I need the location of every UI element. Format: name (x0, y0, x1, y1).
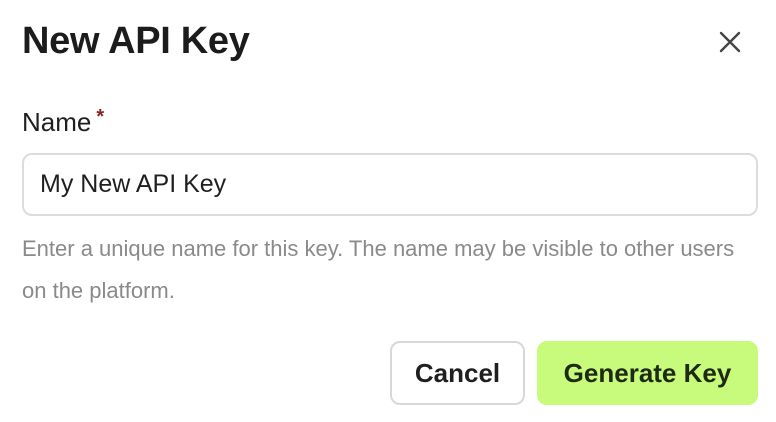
name-label: Name (22, 107, 92, 137)
name-field-label: Name * (22, 104, 104, 140)
close-icon (719, 31, 741, 53)
dialog-title: New API Key (22, 20, 250, 62)
generate-key-button[interactable]: Generate Key (537, 341, 758, 405)
new-api-key-dialog: New API Key Name * Enter a unique name f… (0, 0, 776, 422)
name-help-text: Enter a unique name for this key. The na… (22, 236, 735, 303)
required-asterisk: * (96, 106, 105, 128)
close-button[interactable] (708, 20, 752, 64)
dialog-actions: Cancel Generate Key (390, 341, 758, 405)
name-input[interactable] (22, 153, 758, 216)
cancel-button[interactable]: Cancel (390, 341, 525, 405)
